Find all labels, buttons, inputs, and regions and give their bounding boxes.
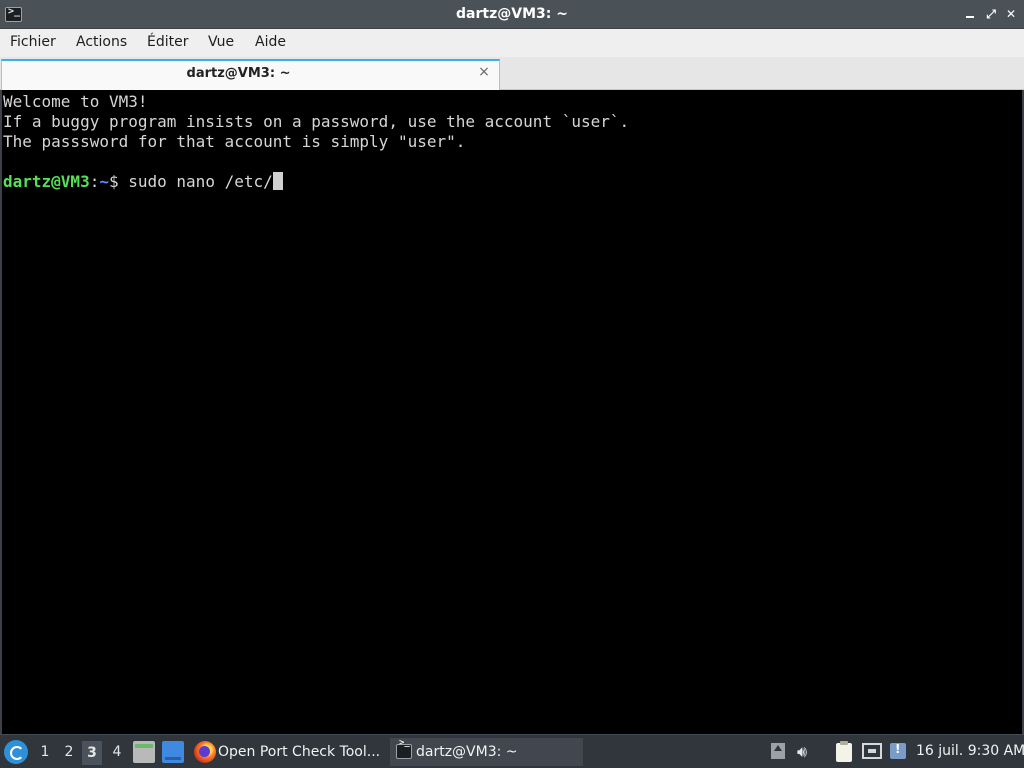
tab-label: dartz@VM3: ~ [186, 66, 291, 81]
task-terminal-label: dartz@VM3: ~ [416, 744, 518, 760]
tab-terminal[interactable]: dartz@VM3: ~ × [1, 59, 500, 90]
prompt-symbol: $ [108, 172, 129, 191]
workspace-4[interactable]: 4 [107, 744, 127, 762]
tab-close-icon[interactable]: × [477, 64, 491, 80]
text-cursor [272, 172, 283, 190]
window-title: dartz@VM3: ~ [456, 6, 568, 22]
update-notifier-icon[interactable] [890, 742, 906, 759]
prompt-line: dartz@VM3:~$ sudo nano /etc/ [3, 172, 1022, 192]
firefox-icon[interactable] [194, 741, 216, 763]
network-icon[interactable] [862, 743, 882, 759]
prompt-colon: : [89, 172, 100, 191]
workspace-3[interactable]: 3 [82, 741, 102, 765]
file-manager-icon[interactable] [133, 741, 155, 763]
menu-aide[interactable]: Aide [255, 34, 286, 50]
menu-bar: Fichier Actions Éditer Vue Aide [0, 29, 1024, 57]
volume-icon[interactable]: 🔊︎ [797, 743, 817, 761]
menu-vue[interactable]: Vue [208, 34, 234, 50]
tab-bar: dartz@VM3: ~ × [0, 57, 1024, 90]
workspace-2[interactable]: 2 [59, 744, 79, 762]
terminal-line: The passsword for that account is simply… [3, 132, 466, 151]
start-menu-icon[interactable] [4, 740, 28, 764]
clock[interactable]: 16 juil. 9:30 AM [916, 743, 1024, 759]
menu-actions[interactable]: Actions [76, 34, 127, 50]
terminal-output[interactable]: Welcome to VM3! If a buggy program insis… [0, 90, 1024, 734]
prompt-path: ~ [99, 172, 109, 191]
maximize-icon[interactable]: ⤢ [984, 6, 998, 22]
task-terminal[interactable]: >_ dartz@VM3: ~ [390, 738, 583, 766]
minimize-icon[interactable] [963, 6, 977, 22]
show-desktop-icon[interactable] [162, 741, 184, 763]
close-icon[interactable]: ✕ [1004, 6, 1018, 22]
window-titlebar[interactable]: >_ dartz@VM3: ~ ⤢ ✕ [0, 0, 1024, 29]
menu-fichier[interactable]: Fichier [10, 34, 56, 50]
terminal-line: Welcome to VM3! [3, 92, 148, 111]
terminal-line: If a buggy program insists on a password… [3, 112, 630, 131]
workspace-1[interactable]: 1 [35, 744, 55, 762]
tray-up-arrow-icon[interactable] [771, 743, 785, 759]
menu-editer[interactable]: Éditer [147, 34, 188, 50]
command-input[interactable]: sudo nano /etc/ [128, 172, 273, 191]
terminal-icon: >_ [396, 738, 412, 759]
clipboard-icon[interactable] [836, 741, 852, 762]
taskbar: 1 2 3 4 Open Port Check Tool... >_ dartz… [0, 734, 1024, 768]
task-browser[interactable]: Open Port Check Tool... [218, 738, 380, 766]
prompt-user-host: dartz@VM3 [3, 172, 90, 191]
